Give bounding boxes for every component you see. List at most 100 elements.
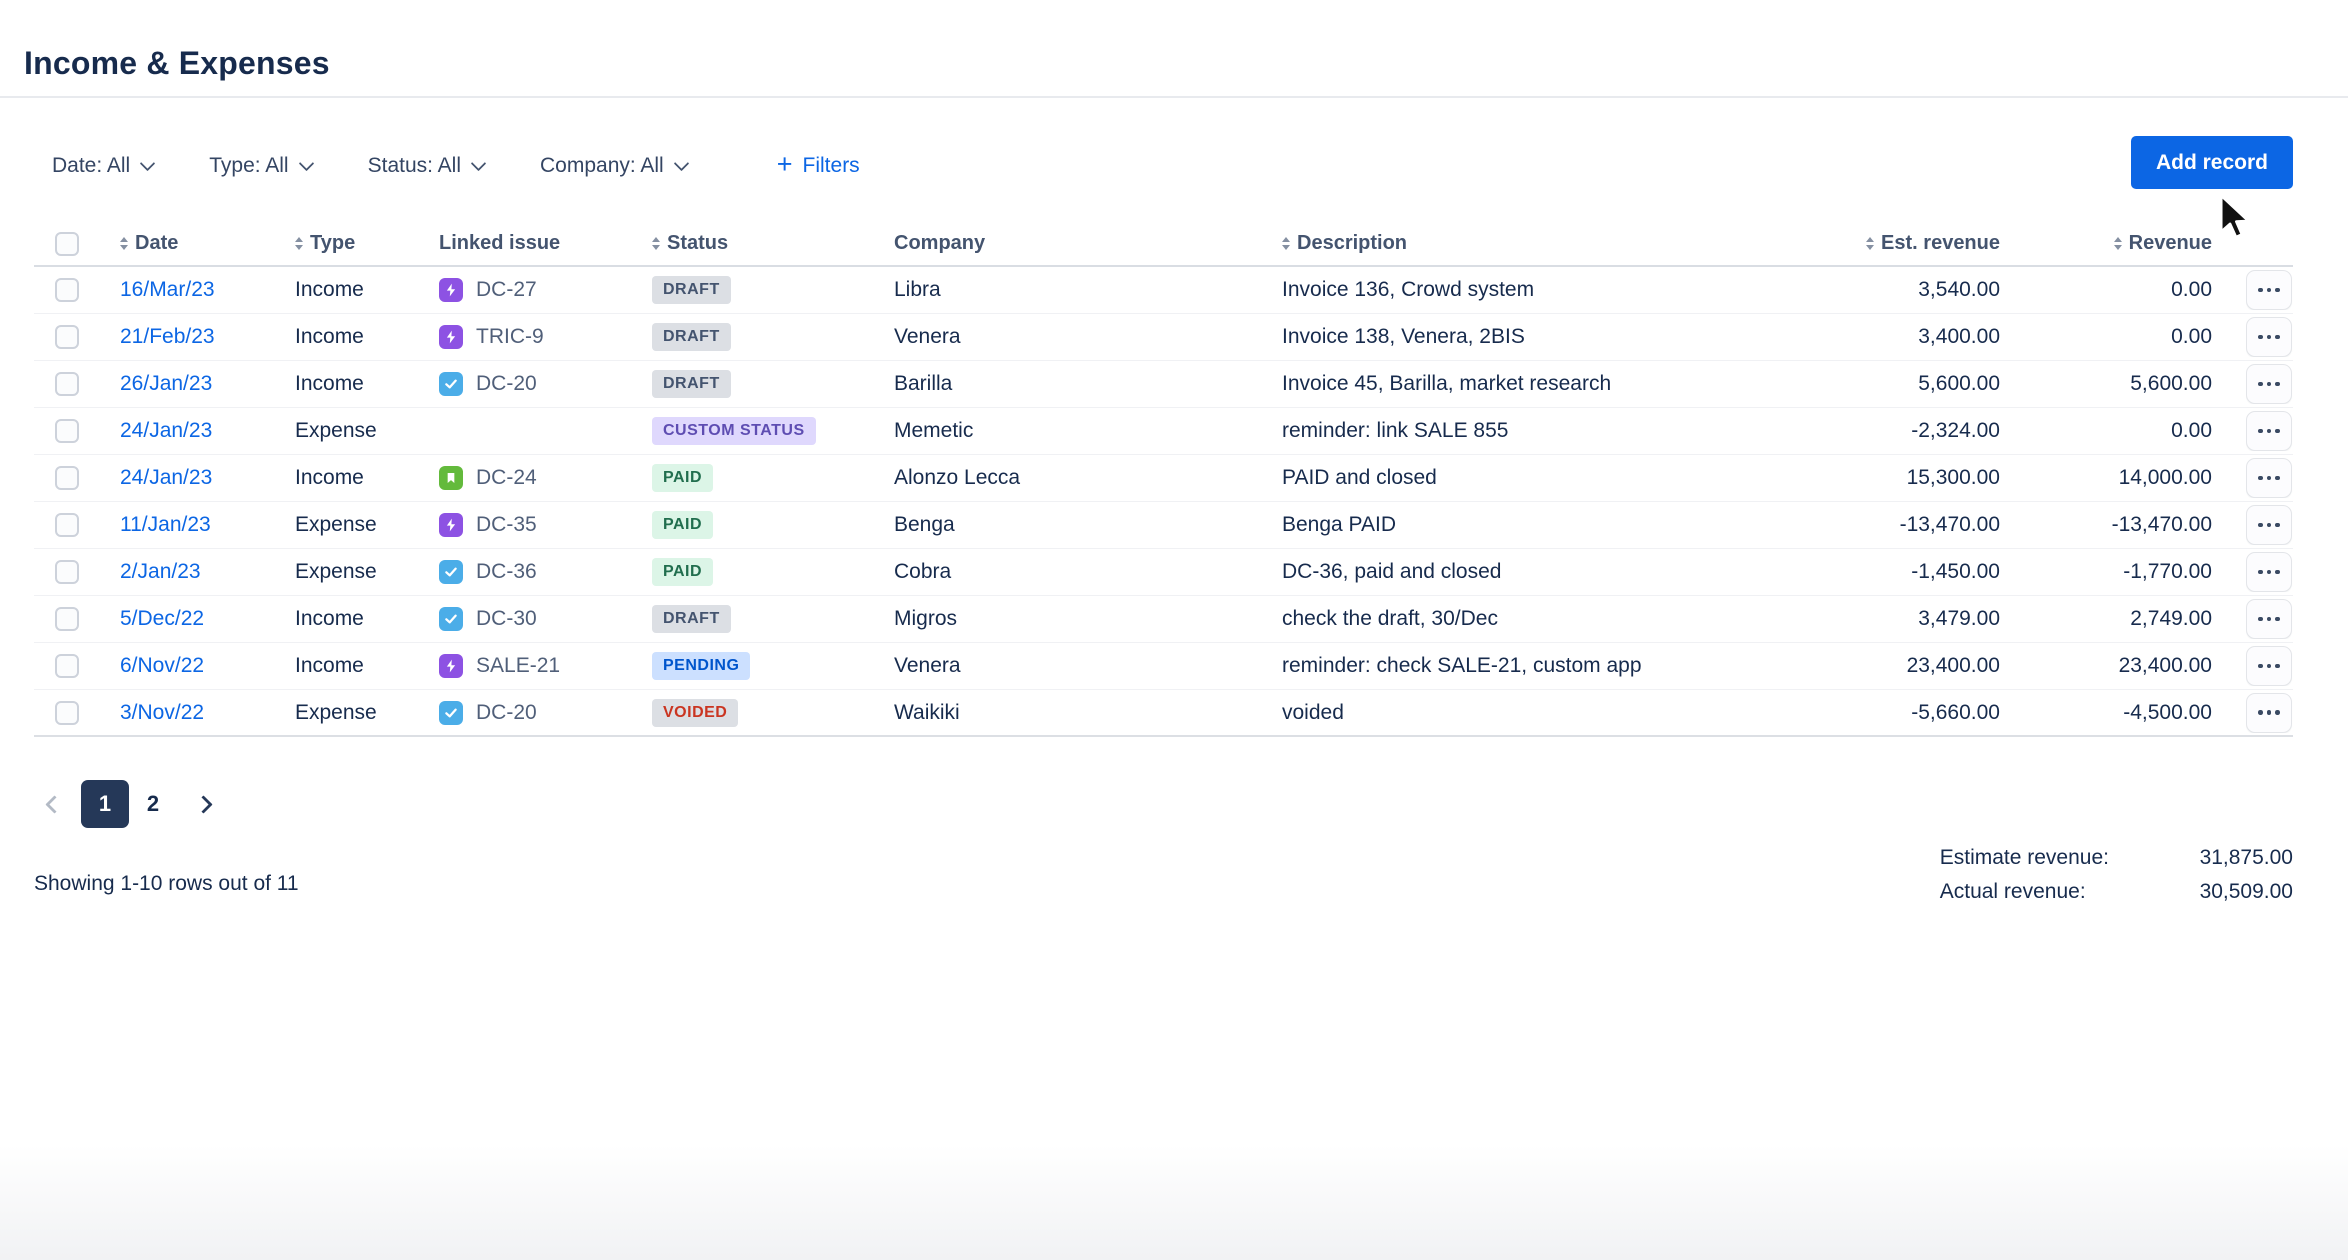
prev-page-button[interactable] bbox=[42, 798, 67, 811]
column-label: Date bbox=[135, 232, 178, 255]
column-header-revenue[interactable]: Revenue bbox=[2034, 232, 2246, 255]
next-page-button[interactable] bbox=[191, 798, 216, 811]
linked-issue-link[interactable]: DC-20 bbox=[439, 701, 537, 725]
chevron-down-icon bbox=[673, 155, 689, 171]
column-header-description[interactable]: Description bbox=[1282, 232, 1816, 255]
row-more-actions-button[interactable] bbox=[2246, 552, 2292, 592]
row-checkbox[interactable] bbox=[55, 325, 79, 349]
status-badge[interactable]: PAID bbox=[652, 511, 713, 539]
status-badge[interactable]: VOIDED bbox=[652, 699, 738, 727]
row-checkbox-cell bbox=[34, 278, 120, 302]
row-checkbox[interactable] bbox=[55, 372, 79, 396]
add-record-button[interactable]: Add record bbox=[2131, 136, 2293, 189]
row-more-actions-button[interactable] bbox=[2246, 270, 2292, 310]
filter-dropdown-date[interactable]: Date: All bbox=[52, 154, 153, 178]
row-more-actions-button[interactable] bbox=[2246, 411, 2292, 451]
est-revenue-cell: -5,660.00 bbox=[1816, 701, 2034, 725]
page-button-1[interactable]: 1 bbox=[81, 780, 129, 828]
date-link[interactable]: 24/Jan/23 bbox=[120, 419, 212, 443]
date-link[interactable]: 24/Jan/23 bbox=[120, 466, 212, 490]
row-checkbox[interactable] bbox=[55, 560, 79, 584]
row-more-actions-button[interactable] bbox=[2246, 693, 2292, 733]
row-checkbox[interactable] bbox=[55, 513, 79, 537]
add-filters-button[interactable]: + Filters bbox=[777, 154, 860, 178]
filter-dropdown-status[interactable]: Status: All bbox=[368, 154, 484, 178]
column-label: Est. revenue bbox=[1881, 232, 2000, 255]
date-link[interactable]: 5/Dec/22 bbox=[120, 607, 204, 631]
status-badge[interactable]: PAID bbox=[652, 558, 713, 586]
linked-issue-link[interactable]: SALE-21 bbox=[439, 654, 560, 678]
revenue-cell: 5,600.00 bbox=[2034, 372, 2246, 396]
est-revenue-cell: 15,300.00 bbox=[1816, 466, 2034, 490]
row-actions-cell bbox=[2246, 552, 2293, 592]
table-row: 2/Jan/23 Expense DC-36 PAID Cobra DC-36,… bbox=[34, 549, 2293, 596]
linked-issue-link[interactable]: DC-35 bbox=[439, 513, 537, 537]
column-header-est-revenue[interactable]: Est. revenue bbox=[1816, 232, 2034, 255]
type-cell: Income bbox=[295, 372, 439, 396]
status-badge[interactable]: DRAFT bbox=[652, 276, 731, 304]
est-revenue-cell: 3,540.00 bbox=[1816, 278, 2034, 302]
row-checkbox[interactable] bbox=[55, 607, 79, 631]
description-cell: DC-36, paid and closed bbox=[1282, 560, 1816, 584]
status-badge[interactable]: CUSTOM STATUS bbox=[652, 417, 816, 445]
column-header-type[interactable]: Type bbox=[295, 232, 439, 255]
page-button-2[interactable]: 2 bbox=[129, 780, 177, 828]
description-cell: Invoice 136, Crowd system bbox=[1282, 278, 1816, 302]
linked-issue-link[interactable]: DC-24 bbox=[439, 466, 537, 490]
date-link[interactable]: 16/Mar/23 bbox=[120, 278, 215, 302]
date-link[interactable]: 6/Nov/22 bbox=[120, 654, 204, 678]
filter-dropdown-company[interactable]: Company: All bbox=[540, 154, 687, 178]
linked-issue-link[interactable]: DC-27 bbox=[439, 278, 537, 302]
row-checkbox[interactable] bbox=[55, 466, 79, 490]
status-badge[interactable]: DRAFT bbox=[652, 605, 731, 633]
row-more-actions-button[interactable] bbox=[2246, 646, 2292, 686]
linked-issue-link[interactable]: DC-30 bbox=[439, 607, 537, 631]
linked-issue-link[interactable]: DC-36 bbox=[439, 560, 537, 584]
table-row: 11/Jan/23 Expense DC-35 PAID Benga Benga… bbox=[34, 502, 2293, 549]
linked-issue-cell: DC-36 bbox=[439, 560, 652, 584]
company-cell: Venera bbox=[894, 325, 1282, 349]
row-checkbox[interactable] bbox=[55, 278, 79, 302]
column-header-status[interactable]: Status bbox=[652, 232, 894, 255]
row-actions-cell bbox=[2246, 693, 2293, 733]
status-cell: DRAFT bbox=[652, 276, 894, 304]
status-badge[interactable]: DRAFT bbox=[652, 370, 731, 398]
date-link[interactable]: 11/Jan/23 bbox=[120, 513, 211, 537]
status-badge[interactable]: PAID bbox=[652, 464, 713, 492]
row-more-actions-button[interactable] bbox=[2246, 364, 2292, 404]
date-link[interactable]: 21/Feb/23 bbox=[120, 325, 215, 349]
select-all-checkbox[interactable] bbox=[55, 232, 79, 256]
column-label: Company bbox=[894, 232, 985, 255]
date-link[interactable]: 26/Jan/23 bbox=[120, 372, 212, 396]
type-cell: Expense bbox=[295, 701, 439, 725]
row-checkbox[interactable] bbox=[55, 654, 79, 678]
plus-icon: + bbox=[777, 151, 793, 178]
row-more-actions-button[interactable] bbox=[2246, 599, 2292, 639]
sort-icon bbox=[1866, 237, 1874, 250]
description-cell: Benga PAID bbox=[1282, 513, 1816, 537]
row-more-actions-button[interactable] bbox=[2246, 317, 2292, 357]
status-badge[interactable]: DRAFT bbox=[652, 323, 731, 351]
status-cell: DRAFT bbox=[652, 370, 894, 398]
revenue-cell: 0.00 bbox=[2034, 419, 2246, 443]
issue-key: DC-30 bbox=[476, 607, 537, 631]
date-link[interactable]: 3/Nov/22 bbox=[120, 701, 204, 725]
linked-issue-cell: DC-27 bbox=[439, 278, 652, 302]
row-more-actions-button[interactable] bbox=[2246, 505, 2292, 545]
est-revenue-cell: 23,400.00 bbox=[1816, 654, 2034, 678]
filter-dropdown-label: Status: All bbox=[368, 154, 461, 178]
filter-dropdown-label: Date: All bbox=[52, 154, 130, 178]
linked-issue-link[interactable]: TRIC-9 bbox=[439, 325, 544, 349]
linked-issue-link[interactable]: DC-20 bbox=[439, 372, 537, 396]
description-cell: Invoice 138, Venera, 2BIS bbox=[1282, 325, 1816, 349]
filter-dropdown-type[interactable]: Type: All bbox=[209, 154, 311, 178]
linked-issue-cell: DC-20 bbox=[439, 701, 652, 725]
est-revenue-cell: 5,600.00 bbox=[1816, 372, 2034, 396]
row-checkbox[interactable] bbox=[55, 701, 79, 725]
status-badge[interactable]: PENDING bbox=[652, 652, 750, 680]
row-checkbox[interactable] bbox=[55, 419, 79, 443]
row-more-actions-button[interactable] bbox=[2246, 458, 2292, 498]
column-header-date[interactable]: Date bbox=[120, 232, 295, 255]
date-link[interactable]: 2/Jan/23 bbox=[120, 560, 201, 584]
actual-revenue-label: Actual revenue: bbox=[1940, 880, 2109, 904]
